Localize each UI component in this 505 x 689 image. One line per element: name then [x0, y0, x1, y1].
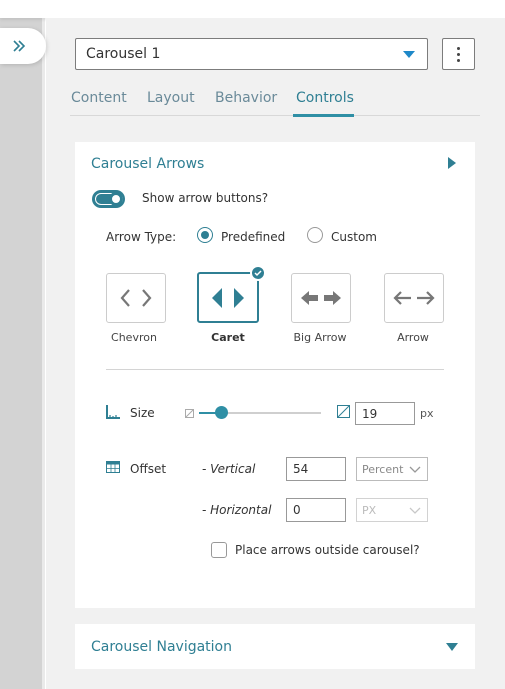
vertical-offset-input[interactable]: [286, 457, 346, 481]
section-title-arrows[interactable]: Carousel Arrows: [91, 156, 204, 172]
toggle-knob: [109, 192, 123, 206]
carousel-select-value: Carousel 1: [86, 46, 161, 62]
dropdown-caret-icon: [403, 51, 415, 58]
section-divider: [106, 369, 444, 370]
carousel-select[interactable]: Carousel 1: [75, 38, 428, 70]
chevron-down-icon: [409, 507, 421, 514]
show-arrows-toggle[interactable]: [92, 190, 125, 208]
active-tab-indicator: [293, 114, 354, 117]
ruler-icon: [106, 405, 120, 419]
caret-arrows-icon: [212, 287, 244, 308]
outside-carousel-checkbox[interactable]: [211, 542, 227, 558]
size-small-icon: [185, 409, 194, 418]
sidebar-edge: [42, 0, 45, 689]
big-arrow-icon: [301, 291, 341, 305]
thin-arrow-icon: [393, 291, 435, 305]
horizontal-unit-value: PX: [362, 503, 377, 517]
radio-predefined-label: Predefined: [221, 230, 286, 244]
double-chevron-right-icon: [13, 40, 26, 52]
arrow-style-arrow-label: Arrow: [397, 331, 429, 344]
chevron-down-icon: [409, 466, 421, 473]
tab-layout[interactable]: Layout: [147, 90, 195, 106]
size-input[interactable]: [355, 402, 415, 425]
more-options-button[interactable]: [442, 38, 475, 70]
horizontal-unit-select[interactable]: PX: [356, 498, 428, 522]
collapse-triangle-icon[interactable]: [448, 157, 456, 169]
arrow-style-caret-label: Caret: [211, 331, 245, 344]
kebab-dot-icon: [457, 58, 460, 62]
arrow-style-chevron-label: Chevron: [111, 331, 157, 344]
tab-content[interactable]: Content: [71, 90, 127, 106]
radio-predefined[interactable]: [197, 227, 213, 243]
show-arrows-label: Show arrow buttons?: [142, 191, 269, 205]
tab-behavior[interactable]: Behavior: [215, 90, 277, 106]
expand-panel-button[interactable]: [0, 28, 46, 64]
size-label: Size: [130, 406, 155, 420]
horizontal-label: - Horizontal: [202, 503, 272, 517]
kebab-dot-icon: [457, 46, 460, 50]
arrow-style-big-arrow-label: Big Arrow: [293, 331, 347, 344]
size-slider-handle[interactable]: [214, 406, 228, 419]
arrow-style-caret[interactable]: [197, 272, 259, 323]
size-large-icon: [337, 405, 350, 418]
vertical-unit-select[interactable]: Percent: [356, 457, 428, 481]
tab-controls[interactable]: Controls: [296, 90, 354, 106]
outside-carousel-label: Place arrows outside carousel?: [235, 543, 420, 557]
arrow-style-chevron[interactable]: [106, 273, 166, 323]
section-title-navigation[interactable]: Carousel Navigation: [91, 639, 232, 655]
size-unit-label: px: [420, 407, 434, 420]
chevron-arrows-icon: [120, 289, 152, 307]
carousel-arrows-card: [75, 142, 475, 608]
arrow-type-label: Arrow Type:: [106, 230, 177, 244]
arrow-style-arrow[interactable]: [384, 273, 444, 323]
radio-custom-label: Custom: [331, 230, 377, 244]
left-sidebar-strip: [0, 0, 45, 689]
offset-label: Offset: [130, 462, 167, 476]
radio-custom[interactable]: [307, 227, 323, 243]
grid-table-icon: [106, 461, 120, 473]
vertical-label: - Vertical: [202, 462, 256, 476]
horizontal-offset-input[interactable]: [286, 498, 346, 522]
kebab-dot-icon: [457, 52, 460, 56]
selected-check-icon: [250, 265, 266, 281]
top-bar: [0, 0, 505, 18]
expand-triangle-icon[interactable]: [446, 643, 458, 651]
arrow-style-big-arrow[interactable]: [291, 273, 351, 323]
vertical-unit-value: Percent: [362, 462, 404, 476]
